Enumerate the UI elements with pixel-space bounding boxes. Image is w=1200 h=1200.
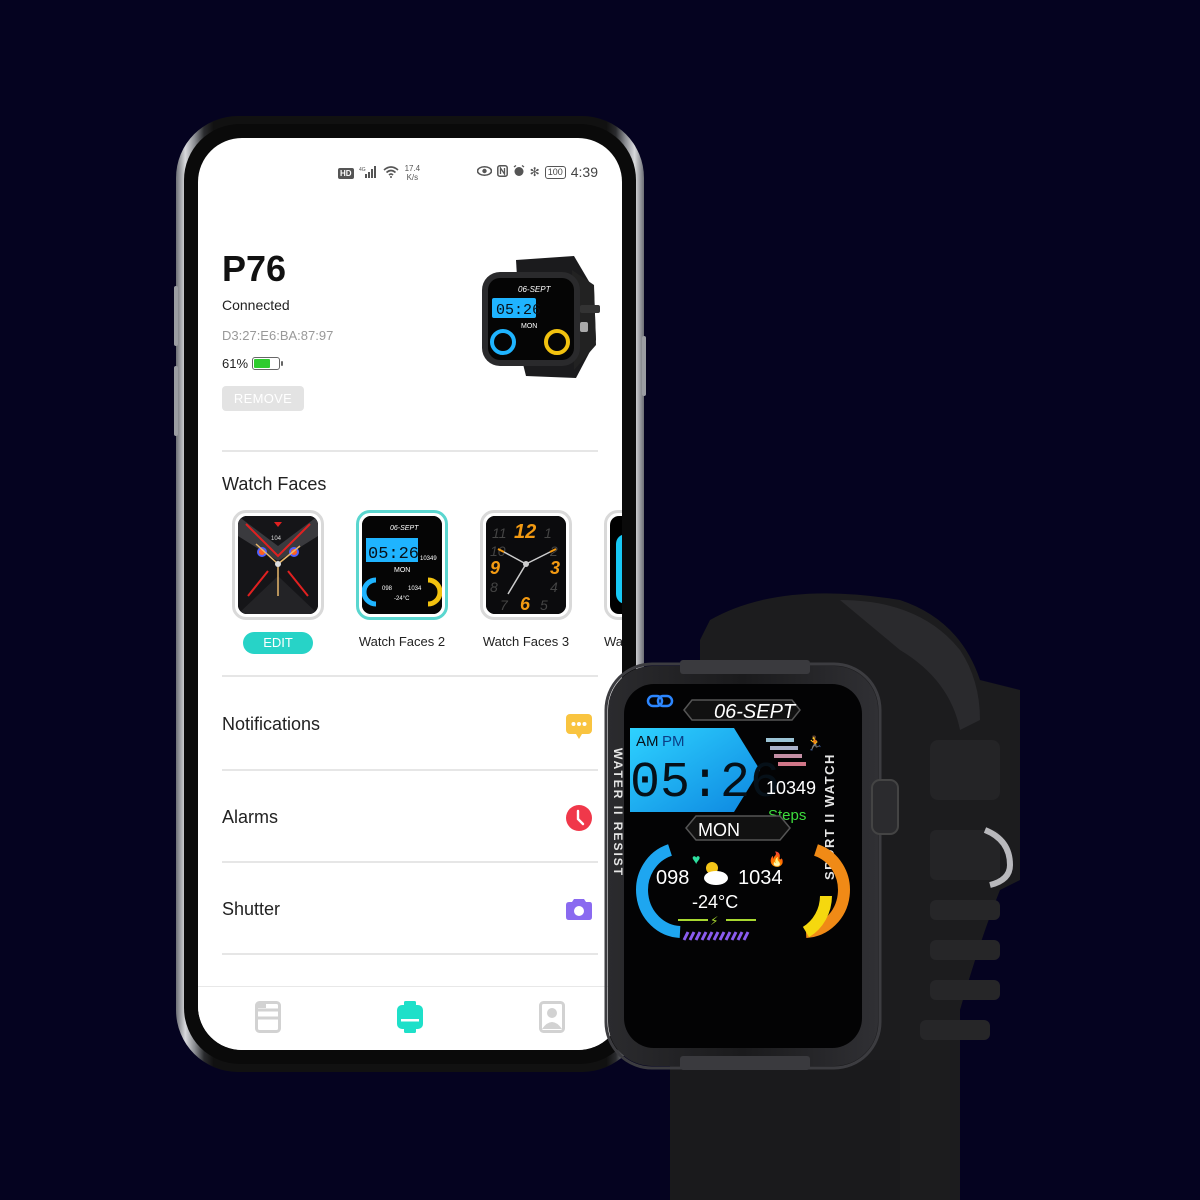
- flame-icon: 🔥: [768, 851, 785, 868]
- device-watch-image: 05:26 06-SEPT MON: [482, 256, 600, 378]
- watch-day: MON: [698, 820, 740, 840]
- watch-faces-list: 104 EDIT 06-SEPT 05:26 10349 MON 098 103…: [232, 510, 622, 654]
- clock: 4:39: [570, 164, 598, 180]
- face3-num-11: 11: [492, 525, 507, 541]
- nfc-icon: [496, 164, 508, 180]
- battery-fill: [254, 359, 270, 368]
- profile-icon: [539, 1001, 565, 1033]
- watch-face-thumbnail[interactable]: 06-SEPT 05:26 10349 MON 098 1034 -24°C: [356, 510, 448, 620]
- face2-temp: -24°C: [394, 596, 410, 602]
- watch-temperature: -24°C: [692, 892, 738, 912]
- chat-bubble-icon: [566, 712, 592, 739]
- face1-value: 104: [271, 536, 282, 542]
- bluetooth-icon: ✻: [529, 165, 540, 179]
- face3-num-1: 1: [544, 525, 552, 541]
- menu-label: Alarms: [222, 807, 279, 827]
- status-bar: HD 4G 17.4 K/s ✻ 100 4:39: [198, 164, 622, 186]
- dashboard-icon: [255, 1001, 281, 1033]
- face2-date: 06-SEPT: [390, 525, 419, 532]
- running-icon: 🏃: [806, 735, 823, 751]
- face3-num-5: 5: [540, 597, 548, 613]
- watch-face-label: Watch Faces 3: [482, 634, 570, 649]
- watch-steps: 10349: [766, 778, 816, 798]
- watch-time: 05:26: [630, 755, 780, 812]
- watch-faces-title: Watch Faces: [222, 474, 327, 494]
- hd-icon: HD: [338, 167, 354, 179]
- watch-calories: 1034: [738, 867, 783, 889]
- face2-day: MON: [394, 567, 410, 574]
- watch-face-thumbnail[interactable]: 104: [232, 510, 324, 620]
- battery-indicator: 100: [544, 165, 566, 179]
- nav-device[interactable]: [397, 1001, 423, 1033]
- nav-dashboard[interactable]: [255, 1001, 281, 1033]
- camera-icon: [566, 897, 592, 923]
- nav-profile[interactable]: [539, 1001, 565, 1033]
- face3-num-12: 12: [514, 521, 536, 543]
- face3-num-4: 4: [550, 579, 558, 595]
- connection-status: Connected: [222, 297, 290, 313]
- face2-cal: 1034: [408, 586, 422, 592]
- charge-icon: ⚡: [710, 914, 718, 928]
- face2-time: 05:26: [368, 545, 419, 564]
- battery-percent: 61%: [222, 356, 249, 371]
- thumb-time: 05:26: [496, 302, 541, 319]
- remove-device-button[interactable]: REMOVE: [222, 386, 304, 411]
- device-name: P76: [222, 248, 287, 289]
- signal-icon: 4G: [359, 165, 377, 181]
- watch-face-item[interactable]: 104 EDIT: [232, 510, 324, 654]
- alarm-clock-icon: [566, 805, 592, 831]
- face3-num-3: 3: [550, 558, 560, 578]
- watch-face-thumbnail[interactable]: 12 11 1 10 2 9 3 8 4 7 6: [480, 510, 572, 620]
- menu-item-shutter[interactable]: Shutter: [222, 863, 598, 955]
- menu-item-alarms[interactable]: Alarms: [222, 771, 598, 863]
- smartwatch-product-image: WATER II RESIST SPORT II WATCH 06-SEPT A…: [604, 593, 1020, 1200]
- eye-icon: [476, 165, 492, 179]
- app-screen: HD 4G 17.4 K/s ✻ 100 4:39 P76 Connected …: [198, 138, 622, 1050]
- watch-face-item[interactable]: 12 11 1 10 2 9 3 8 4 7 6: [480, 510, 572, 654]
- device-mac-address: D3:27:E6:BA:87:97: [222, 328, 334, 343]
- face3-num-6: 6: [520, 594, 531, 614]
- bottom-navigation: [198, 986, 622, 1050]
- edit-watch-face-button[interactable]: EDIT: [243, 632, 313, 654]
- watch-face-label: Watch Faces 2: [358, 634, 446, 649]
- watch-date: 06-SEPT: [714, 701, 797, 723]
- face2-steps: 10349: [420, 556, 437, 562]
- menu-label: Shutter: [222, 899, 281, 919]
- bezel-text-left: WATER II RESIST: [611, 748, 625, 877]
- phone-volume-button: [174, 286, 178, 346]
- network-speed: 17.4 K/s: [404, 164, 421, 182]
- menu-item-notifications[interactable]: Notifications: [222, 678, 598, 770]
- face3-num-9: 9: [490, 558, 500, 578]
- watch-pm: PM: [662, 733, 685, 750]
- phone-power-button: [642, 336, 646, 396]
- face3-num-7: 7: [500, 597, 509, 613]
- face3-num-8: 8: [490, 579, 498, 595]
- menu-label: Notifications: [222, 714, 321, 734]
- face2-hr: 098: [382, 586, 393, 592]
- watch-face-item[interactable]: 06-SEPT 05:26 10349 MON 098 1034 -24°C W…: [356, 510, 448, 654]
- phone-volume-button: [174, 366, 178, 436]
- wifi-icon: [382, 165, 400, 181]
- alarm-icon: [513, 164, 525, 180]
- svg-text:4G: 4G: [359, 167, 366, 173]
- svg-text:06-SEPT: 06-SEPT: [518, 285, 552, 294]
- divider: [222, 675, 598, 677]
- divider: [222, 450, 598, 452]
- battery-icon: [252, 357, 284, 370]
- heart-icon: ♥: [692, 851, 700, 867]
- phone-device: HD 4G 17.4 K/s ✻ 100 4:39 P76 Connected …: [174, 116, 646, 1072]
- watch-icon: [397, 1001, 423, 1033]
- svg-text:MON: MON: [521, 323, 537, 330]
- watch-heart-rate: 098: [656, 867, 689, 889]
- device-battery: 61%: [222, 356, 284, 371]
- watch-am: AM: [636, 733, 659, 750]
